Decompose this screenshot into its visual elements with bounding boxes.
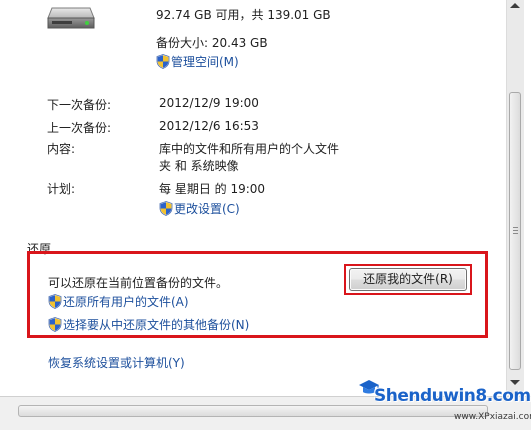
change-settings-link[interactable]: 更改设置(C) [159,200,240,217]
hard-drive-icon [47,7,95,29]
watermark: Shenduwin8.com www.XPxiazai.com [358,380,531,426]
uac-shield-icon [48,317,62,332]
content-label: 内容: [47,142,76,156]
select-other-backup-label: 选择要从中还原文件的其他备份(N) [63,318,250,332]
watermark-sub-text: www.XPxiazai.com [454,412,531,422]
manage-space-label: 管理空间(M) [171,55,239,69]
uac-shield-icon [48,294,62,309]
schedule-value: 每 星期日 的 19:00 [159,182,266,196]
restore-all-users-link[interactable]: 还原所有用户的文件(A) [48,293,189,310]
drive-space-text: 92.74 GB 可用，共 139.01 GB [156,8,331,22]
backup-size-text: 备份大小: 20.43 GB [156,36,268,50]
recover-system-link[interactable]: 恢复系统设置或计算机(Y) [48,354,185,371]
uac-shield-icon [156,54,170,69]
restore-description: 可以还原在当前位置备份的文件。 [48,276,229,290]
watermark-main-text: Shenduwin8.com [374,386,531,406]
restore-my-files-button[interactable]: 还原我的文件(R) [349,268,467,291]
change-settings-label: 更改设置(C) [174,202,240,216]
uac-shield-icon [159,201,173,216]
vertical-scrollbar[interactable] [506,0,524,396]
next-backup-value: 2012/12/9 19:00 [159,96,259,110]
content-value-line1: 库中的文件和所有用户的个人文件 [159,142,340,156]
restore-all-users-label: 还原所有用户的文件(A) [63,295,189,309]
scroll-down-icon[interactable] [510,380,520,385]
select-other-backup-link[interactable]: 选择要从中还原文件的其他备份(N) [48,316,249,333]
manage-space-link[interactable]: 管理空间(M) [156,53,239,70]
last-backup-label: 上一次备份: [47,121,112,135]
next-backup-label: 下一次备份: [47,98,112,112]
scroll-up-icon[interactable] [510,3,520,8]
schedule-label: 计划: [47,182,76,196]
content-value-line2: 夹 和 系统映像 [159,159,239,173]
last-backup-value: 2012/12/6 16:53 [159,119,259,133]
scrollbar-thumb[interactable] [509,92,521,370]
